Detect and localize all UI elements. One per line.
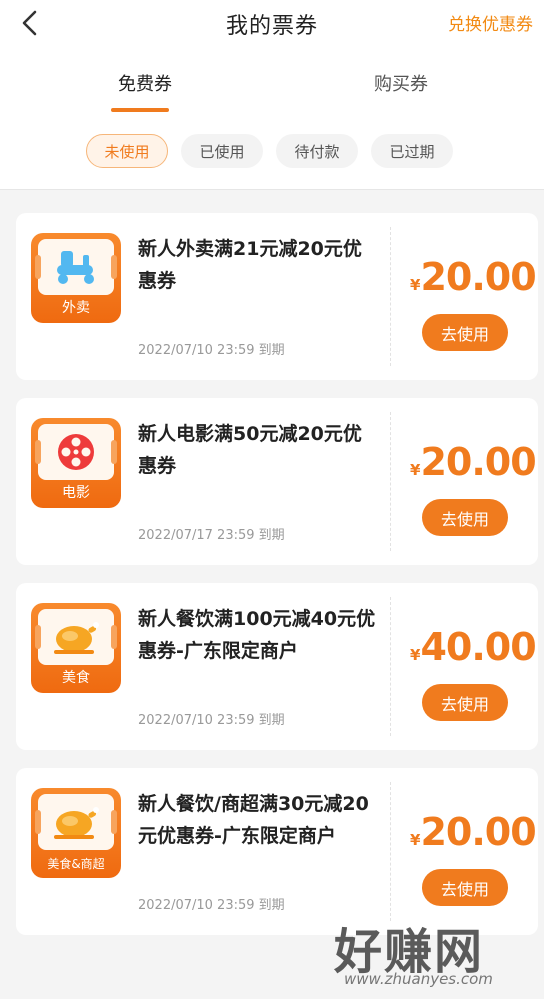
coupon-expiry: 2022/07/10 23:59 到期 bbox=[138, 898, 285, 913]
coupon-amount: 40.00 bbox=[420, 625, 536, 669]
coupon-category-tile: 电影 bbox=[31, 418, 121, 508]
coupon-category-label: 电影 bbox=[62, 485, 90, 501]
filter-used[interactable]: 已使用 bbox=[181, 134, 263, 168]
currency-symbol: ¥ bbox=[410, 461, 421, 479]
coupon-expiry: 2022/07/10 23:59 到期 bbox=[138, 343, 285, 358]
roast-chicken-icon bbox=[54, 622, 99, 654]
card-divider bbox=[390, 412, 391, 551]
coupon-amount: 20.00 bbox=[420, 440, 536, 484]
use-coupon-button[interactable]: 去使用 bbox=[422, 314, 508, 351]
coupon-amount: 20.00 bbox=[420, 255, 536, 299]
tab-free-coupons[interactable]: 免费券 bbox=[118, 70, 172, 96]
coupon-category-tile: 外卖 bbox=[31, 233, 121, 323]
currency-symbol: ¥ bbox=[410, 276, 421, 294]
coupon-card: 美食 新人餐饮满100元减40元优惠券-广东限定商户 2022/07/10 23… bbox=[16, 583, 538, 750]
film-reel-icon bbox=[58, 434, 94, 470]
coupon-title: 新人外卖满21元减20元优惠券 bbox=[138, 238, 362, 292]
coupon-title: 新人餐饮/商超满30元减20元优惠券-广东限定商户 bbox=[138, 793, 369, 847]
exchange-coupon-link[interactable]: 兑换优惠券 bbox=[448, 10, 533, 35]
coupon-category-label: 美食&商超 bbox=[47, 857, 105, 871]
coupon-card: 美食&商超 新人餐饮/商超满30元减20元优惠券-广东限定商户 2022/07/… bbox=[16, 768, 538, 935]
coupon-value: ¥20.00 bbox=[410, 810, 537, 854]
coupon-category-label: 美食 bbox=[62, 670, 90, 686]
tab-purchased-coupons[interactable]: 购买券 bbox=[374, 70, 428, 96]
coupon-category-tile: 美食&商超 bbox=[31, 788, 121, 878]
watermark: 好赚网 www.zhuanyes.com bbox=[334, 912, 534, 992]
card-divider bbox=[390, 782, 391, 921]
card-divider bbox=[390, 597, 391, 736]
filter-expired[interactable]: 已过期 bbox=[371, 134, 453, 168]
currency-symbol: ¥ bbox=[410, 831, 421, 849]
coupon-value: ¥20.00 bbox=[410, 440, 537, 484]
coupon-amount: 20.00 bbox=[420, 810, 536, 854]
currency-symbol: ¥ bbox=[410, 646, 421, 664]
roast-chicken-icon bbox=[54, 807, 99, 839]
header-area: 我的票券 兑换优惠券 免费券 购买券 未使用 已使用 待付款 已过期 bbox=[0, 0, 544, 190]
coupon-value: ¥20.00 bbox=[410, 255, 537, 299]
card-divider bbox=[390, 227, 391, 366]
coupon-card: 电影 新人电影满50元减20元优惠券 2022/07/17 23:59 到期 ¥… bbox=[16, 398, 538, 565]
use-coupon-button[interactable]: 去使用 bbox=[422, 869, 508, 906]
coupon-expiry: 2022/07/17 23:59 到期 bbox=[138, 528, 285, 543]
active-tab-indicator bbox=[111, 108, 169, 112]
scooter-icon bbox=[57, 251, 94, 284]
coupon-title: 新人电影满50元减20元优惠券 bbox=[138, 423, 362, 477]
status-filters: 未使用 已使用 待付款 已过期 bbox=[0, 134, 544, 168]
coupon-tabs: 免费券 购买券 bbox=[0, 70, 544, 114]
coupon-card: 外卖 新人外卖满21元减20元优惠券 2022/07/10 23:59 到期 ¥… bbox=[16, 213, 538, 380]
use-coupon-button[interactable]: 去使用 bbox=[422, 684, 508, 721]
filter-pending-payment[interactable]: 待付款 bbox=[276, 134, 358, 168]
filter-unused[interactable]: 未使用 bbox=[86, 134, 168, 168]
coupon-expiry: 2022/07/10 23:59 到期 bbox=[138, 713, 285, 728]
use-coupon-button[interactable]: 去使用 bbox=[422, 499, 508, 536]
coupon-category-label: 外卖 bbox=[62, 300, 90, 316]
coupon-category-tile: 美食 bbox=[31, 603, 121, 693]
coupon-title: 新人餐饮满100元减40元优惠券-广东限定商户 bbox=[138, 608, 376, 662]
coupon-value: ¥40.00 bbox=[410, 625, 537, 669]
watermark-url: www.zhuanyes.com bbox=[344, 970, 493, 988]
